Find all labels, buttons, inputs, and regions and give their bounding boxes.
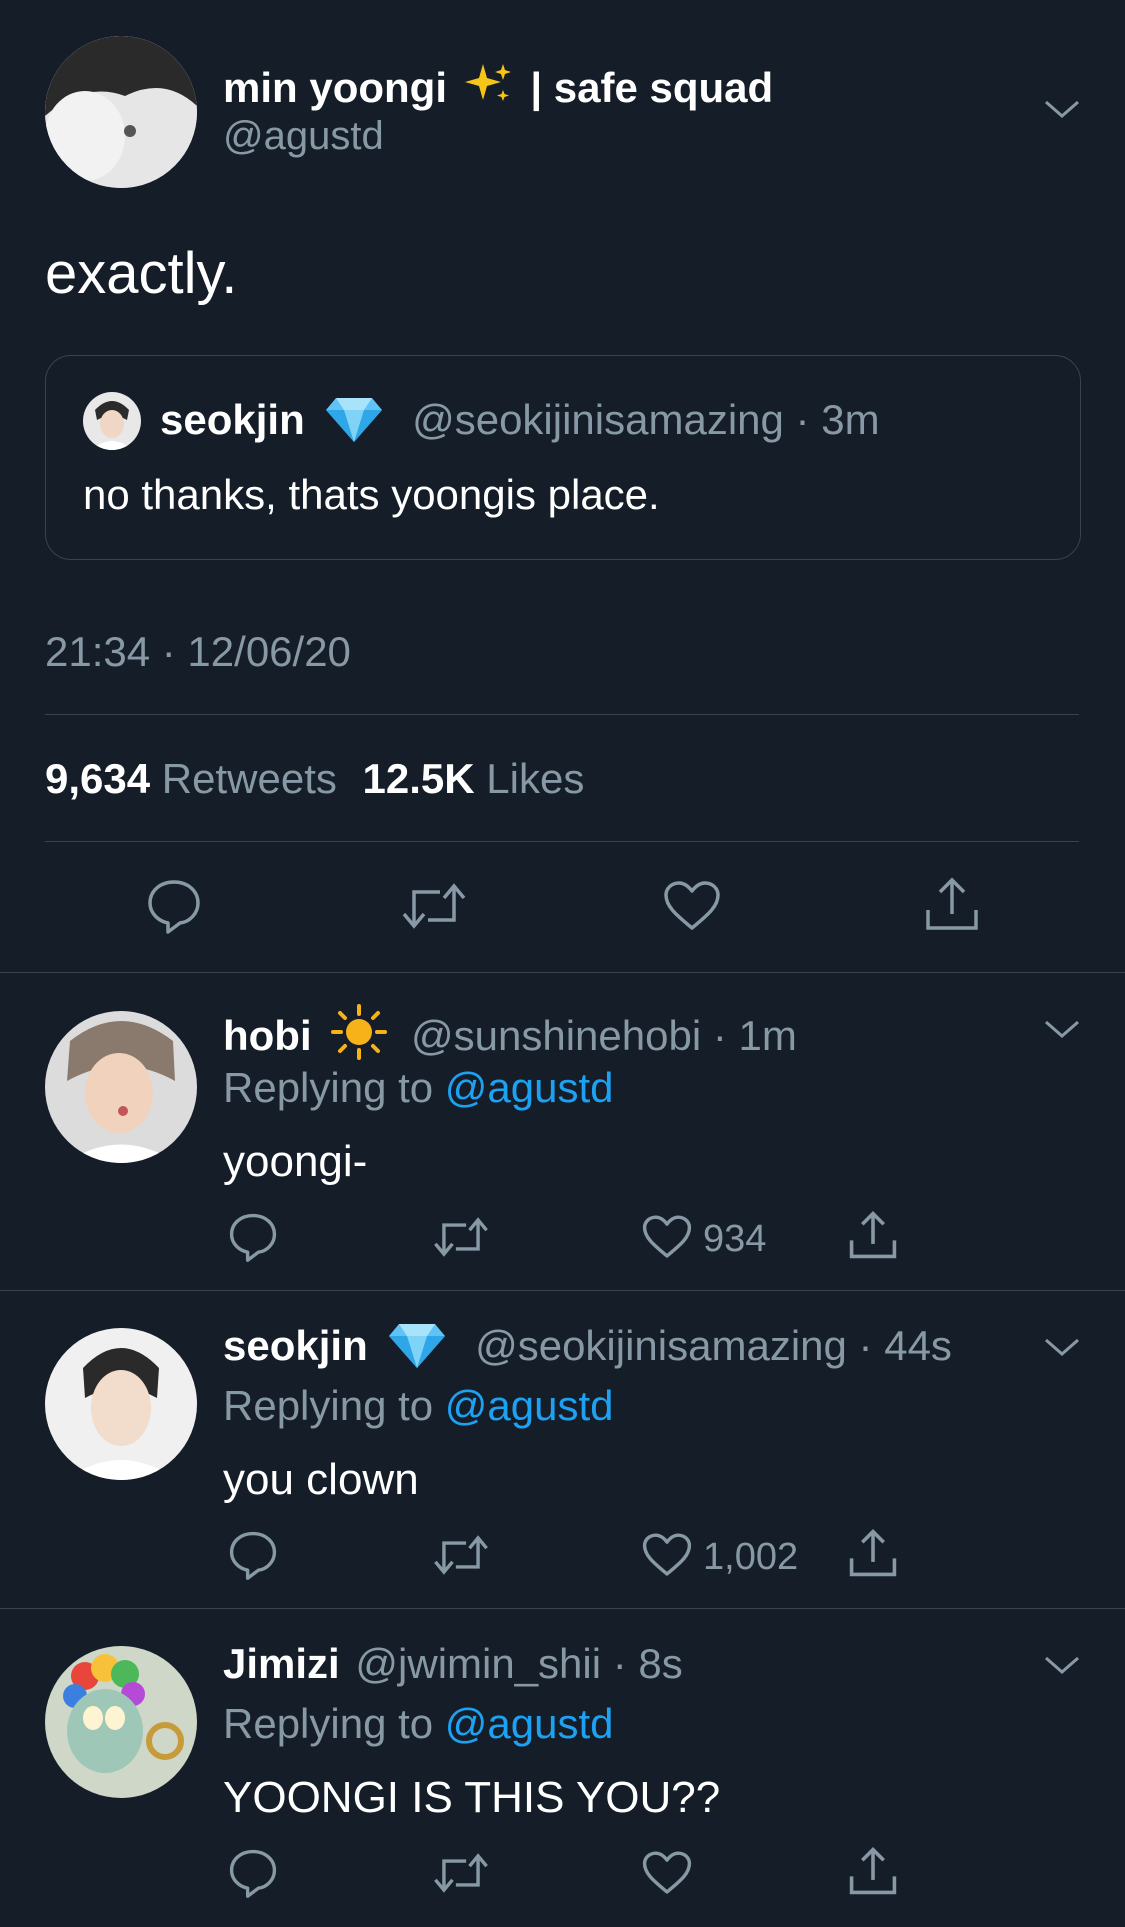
like-icon[interactable]: [642, 1532, 692, 1583]
reply-name-row: seokjin @seokijinisamazing · 44s: [223, 1322, 952, 1378]
like-icon[interactable]: [642, 1214, 692, 1265]
retweet-icon[interactable]: [432, 1214, 490, 1265]
divider: [0, 1608, 1125, 1609]
like-count: 1,002: [703, 1536, 799, 1578]
reply-time: 8s: [638, 1640, 683, 1687]
likes-label[interactable]: Likes: [486, 755, 584, 802]
replying-handle-link[interactable]: @agustd: [445, 1700, 614, 1747]
avatar-seokjin[interactable]: [45, 1328, 197, 1480]
quoted-display-name: seokjin: [160, 396, 305, 443]
divider: [45, 714, 1079, 715]
gem-icon: [326, 396, 383, 452]
replying-label: Replying to: [223, 1064, 434, 1111]
reply-display-name[interactable]: hobi: [223, 1012, 312, 1059]
retweets-label[interactable]: Retweets: [162, 755, 337, 802]
main-name-suffix: | safe squad: [530, 64, 774, 111]
sparkles-icon: [464, 60, 513, 118]
like-icon[interactable]: [663, 880, 721, 937]
reply-time: 44s: [884, 1322, 952, 1369]
share-icon[interactable]: [848, 1210, 898, 1265]
quoted-handle: @seokijinisamazing: [412, 396, 784, 443]
main-name-row: min yoongi | safe squad: [223, 60, 773, 118]
main-handle[interactable]: @agustd: [223, 114, 384, 159]
reply-display-name[interactable]: seokjin: [223, 1322, 368, 1369]
reply-time: 1m: [738, 1012, 797, 1059]
replying-label: Replying to: [223, 1382, 434, 1429]
retweets-count[interactable]: 9,634: [45, 755, 150, 802]
reply-name-row: Jimizi @jwimin_shii · 8s: [223, 1640, 683, 1688]
quoted-text: no thanks, thats yoongis place.: [83, 471, 660, 518]
replying-to: Replying to @agustd: [223, 1064, 614, 1112]
retweet-icon[interactable]: [432, 1532, 490, 1583]
main-tweet-text: exactly.: [45, 241, 238, 306]
replying-to: Replying to @agustd: [223, 1382, 614, 1430]
like-count: 934: [703, 1218, 767, 1260]
reply-name-row: hobi @sunshinehobi · 1m: [223, 1004, 797, 1070]
reply-icon[interactable]: [146, 878, 202, 939]
replying-handle-link[interactable]: @agustd: [445, 1382, 614, 1429]
main-timestamp: 21:34 · 12/06/20: [45, 628, 351, 675]
reply-dot: ·: [858, 1322, 873, 1369]
reply-handle[interactable]: @seokijinisamazing: [475, 1322, 847, 1369]
divider: [0, 972, 1125, 973]
retweet-icon[interactable]: [400, 880, 468, 937]
likes-count[interactable]: 12.5K: [363, 755, 475, 802]
sun-icon: [331, 1004, 388, 1070]
avatar-jimizi[interactable]: [45, 1646, 197, 1798]
gem-icon: [389, 1322, 446, 1378]
reply-dot: ·: [612, 1640, 627, 1687]
reply-text: YOONGI IS THIS YOU??: [223, 1773, 721, 1822]
replying-to: Replying to @agustd: [223, 1700, 614, 1748]
divider: [45, 841, 1079, 842]
chevron-down-icon[interactable]: [1044, 1654, 1080, 1683]
avatar-quoted: [83, 392, 141, 450]
reply-handle[interactable]: @sunshinehobi: [411, 1012, 701, 1059]
main-stats: 9,634 Retweets 12.5K Likes: [45, 755, 584, 803]
like-icon[interactable]: [642, 1850, 692, 1901]
replying-label: Replying to: [223, 1700, 434, 1747]
reply-icon[interactable]: [228, 1212, 278, 1267]
reply-icon[interactable]: [228, 1530, 278, 1585]
reply-text: yoongi-: [223, 1137, 368, 1186]
avatar-main[interactable]: [45, 36, 197, 188]
avatar-hobi[interactable]: [45, 1011, 197, 1163]
quoted-dot: ·: [795, 396, 810, 443]
retweet-icon[interactable]: [432, 1850, 490, 1901]
divider: [0, 1290, 1125, 1291]
quoted-time: 3m: [821, 396, 880, 443]
share-icon[interactable]: [924, 876, 980, 937]
quoted-name-row: seokjin @seokijinisamazing · 3m: [160, 396, 880, 452]
quoted-tweet-card[interactable]: seokjin @seokijinisamazing · 3m no thank…: [45, 355, 1081, 560]
reply-icon[interactable]: [228, 1848, 278, 1903]
chevron-down-icon[interactable]: [1044, 1336, 1080, 1365]
reply-display-name[interactable]: Jimizi: [223, 1640, 340, 1687]
share-icon[interactable]: [848, 1528, 898, 1583]
main-display-name[interactable]: min yoongi: [223, 64, 447, 111]
share-icon[interactable]: [848, 1846, 898, 1901]
reply-text: you clown: [223, 1455, 419, 1504]
reply-handle[interactable]: @jwimin_shii: [355, 1640, 601, 1687]
chevron-down-icon[interactable]: [1044, 1018, 1080, 1047]
reply-dot: ·: [712, 1012, 727, 1059]
replying-handle-link[interactable]: @agustd: [445, 1064, 614, 1111]
chevron-down-icon[interactable]: [1044, 98, 1080, 127]
